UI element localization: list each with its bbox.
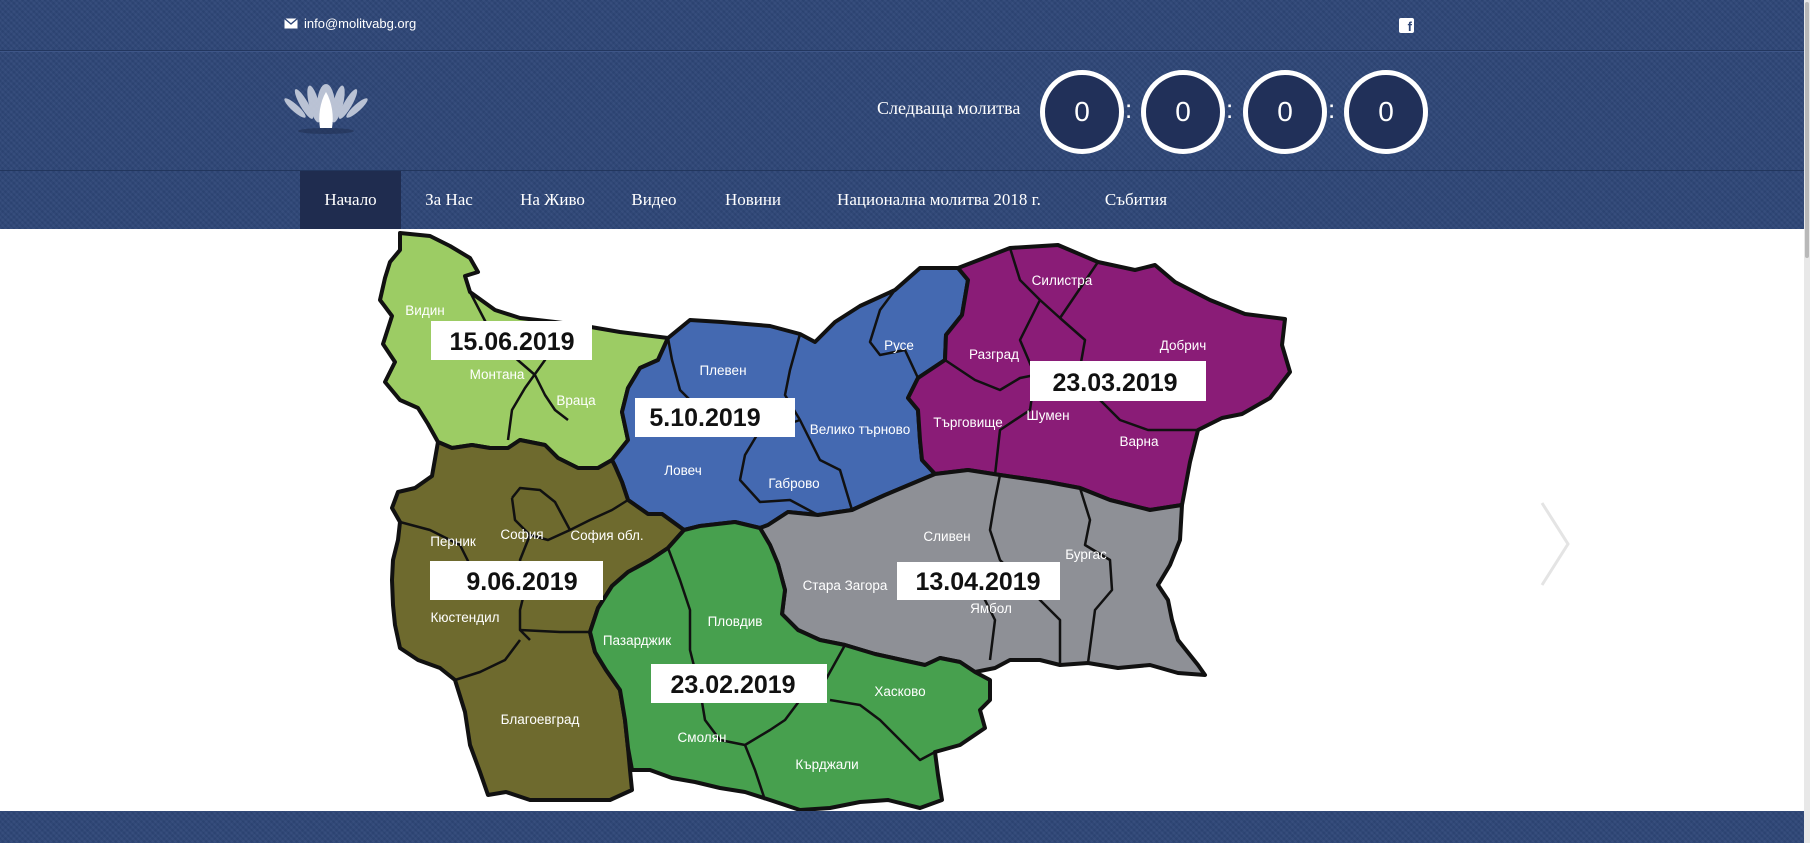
top-bar: info@molitvabg.org f <box>0 0 1810 51</box>
label-pernik: Перник <box>430 534 476 549</box>
date-west: 9.06.2019 <box>466 568 577 596</box>
label-montana: Монтана <box>470 367 525 382</box>
label-sliven: Сливен <box>923 529 970 544</box>
facebook-icon[interactable]: f <box>1399 18 1414 34</box>
nav-item-live[interactable]: На Живо <box>506 171 599 230</box>
label-yambol: Ямбол <box>970 601 1012 616</box>
nav-item-events[interactable]: Събития <box>1081 171 1191 230</box>
main-navigation: Начало За Нас На Живо Видео Новини Нацио… <box>0 170 1810 230</box>
label-razgrad: Разград <box>969 347 1019 362</box>
date-south: 23.02.2019 <box>670 671 795 699</box>
header: Следваща молитва 0 : 0 : 0 : 0 <box>0 51 1810 170</box>
bulgaria-prayer-map: Видин Монтана Враца Плевен Русе Силистра… <box>378 231 1292 811</box>
label-pleven: Плевен <box>699 363 746 378</box>
label-burgas: Бургас <box>1065 547 1107 562</box>
nav-item-video[interactable]: Видео <box>619 171 689 230</box>
label-stara-zagora: Стара Загора <box>803 578 888 593</box>
praying-hands-logo[interactable] <box>284 78 368 134</box>
email-text: info@molitvabg.org <box>304 16 417 31</box>
date-box-south: 23.02.2019 <box>651 664 827 703</box>
label-vidin: Видин <box>405 303 444 318</box>
nav-item-news[interactable]: Новини <box>709 171 797 230</box>
label-sofia: София <box>500 527 543 542</box>
date-box-east: 13.04.2019 <box>897 562 1060 600</box>
label-gabrovo: Габрово <box>768 476 819 491</box>
countdown-separator: : <box>1328 94 1336 124</box>
label-plovdiv: Пловдив <box>708 614 763 629</box>
countdown-hours: 0 <box>1141 70 1225 154</box>
countdown-label: Следваща молитва <box>877 98 1021 118</box>
label-veliko-tarnovo: Велико търново <box>810 422 910 437</box>
label-targovishte: Търговище <box>933 415 1003 430</box>
date-box-west: 9.06.2019 <box>430 561 603 600</box>
date-east: 13.04.2019 <box>915 568 1040 596</box>
date-north: 5.10.2019 <box>649 404 760 432</box>
label-shumen: Шумен <box>1026 408 1069 423</box>
label-ruse: Русе <box>884 338 914 353</box>
nav-item-national-prayer[interactable]: Национална молитва 2018 г. <box>817 171 1061 230</box>
label-haskovo: Хасково <box>874 684 925 699</box>
scrollbar-thumb[interactable] <box>1805 2 1809 258</box>
label-blagoevgrad: Благоевград <box>501 712 580 727</box>
countdown-separator: : <box>1226 94 1234 124</box>
date-box-northeast: 23.03.2019 <box>1030 361 1206 401</box>
label-varna: Варна <box>1120 434 1159 449</box>
date-box-northwest: 15.06.2019 <box>431 321 592 360</box>
countdown-separator: : <box>1125 94 1133 124</box>
chevron-right-icon[interactable] <box>1536 499 1576 589</box>
countdown-days: 0 <box>1040 70 1124 154</box>
label-lovech: Ловеч <box>664 463 701 478</box>
label-sofia-obl: София обл. <box>570 528 643 543</box>
page-scrollbar[interactable] <box>1804 0 1810 843</box>
label-vratsa: Враца <box>556 393 596 408</box>
footer <box>0 811 1810 843</box>
email-link[interactable]: info@molitvabg.org <box>284 16 416 31</box>
label-kyustendil: Кюстендил <box>430 610 499 625</box>
hero-slider: Видин Монтана Враца Плевен Русе Силистра… <box>0 229 1804 811</box>
label-smolyan: Смолян <box>678 730 727 745</box>
envelope-icon <box>284 18 298 29</box>
nav-item-about[interactable]: За Нас <box>412 171 486 230</box>
countdown-minutes: 0 <box>1243 70 1327 154</box>
label-kardzhali: Кърджали <box>795 757 858 772</box>
date-box-north: 5.10.2019 <box>635 398 795 437</box>
label-pazardzhik: Пазарджик <box>603 633 671 648</box>
label-silistra: Силистра <box>1032 273 1093 288</box>
nav-item-home[interactable]: Начало <box>300 171 401 230</box>
date-northwest: 15.06.2019 <box>449 328 574 356</box>
label-dobrich: Добрич <box>1160 338 1207 353</box>
date-northeast: 23.03.2019 <box>1052 369 1177 397</box>
countdown-seconds: 0 <box>1344 70 1428 154</box>
